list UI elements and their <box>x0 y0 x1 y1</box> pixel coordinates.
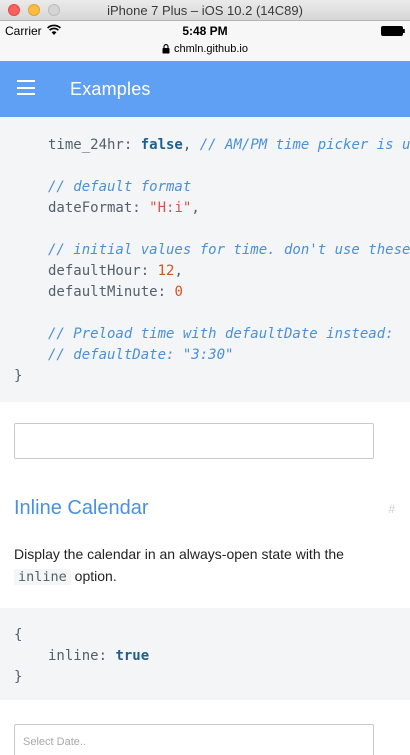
code-line: time_24hr: false, // AM/PM time picker i… <box>48 137 410 153</box>
time-picker-input[interactable] <box>14 423 374 459</box>
code-comment: // initial values for time. don't use th… <box>48 242 410 258</box>
select-date-input[interactable] <box>14 724 374 755</box>
url-bar[interactable]: chmln.github.io <box>0 41 410 61</box>
section-anchor-link[interactable]: # <box>388 502 395 516</box>
window-title: iPhone 7 Plus – iOS 10.2 (14C89) <box>107 3 303 18</box>
code-closing-brace: } <box>14 368 23 384</box>
code-comment: // Preload time with defaultDate instead… <box>48 326 394 342</box>
code-line: dateFormat: "H:i", <box>48 200 200 216</box>
code-line: defaultMinute: 0 <box>48 284 183 300</box>
section-title-inline-calendar: Inline Calendar <box>14 497 149 519</box>
url-text[interactable]: chmln.github.io <box>174 43 248 55</box>
status-clock: 5:48 PM <box>182 24 228 38</box>
lock-icon <box>162 44 170 54</box>
ios-status-bar: Carrier 5:48 PM <box>0 21 410 41</box>
app-bar: Examples <box>0 61 410 117</box>
inline-code: inline <box>14 569 71 585</box>
code-block-time-options: time_24hr: false, // AM/PM time picker i… <box>0 117 410 402</box>
code-line: inline: true <box>48 648 150 664</box>
code-closing-brace: } <box>14 669 23 685</box>
battery-icon <box>381 26 405 36</box>
code-opening-brace: { <box>14 627 23 643</box>
section-description: Display the calendar in an always-open s… <box>14 546 344 585</box>
simulator-title-bar: iPhone 7 Plus – iOS 10.2 (14C89) <box>0 0 410 21</box>
code-comment: // defaultDate: "3:30" <box>48 347 234 363</box>
app-title: Examples <box>70 79 151 99</box>
code-comment: // default format <box>48 179 192 195</box>
menu-icon[interactable] <box>17 80 35 95</box>
code-line: defaultHour: 12, <box>48 263 183 279</box>
code-block-inline-option: { inline: true } <box>0 608 410 700</box>
